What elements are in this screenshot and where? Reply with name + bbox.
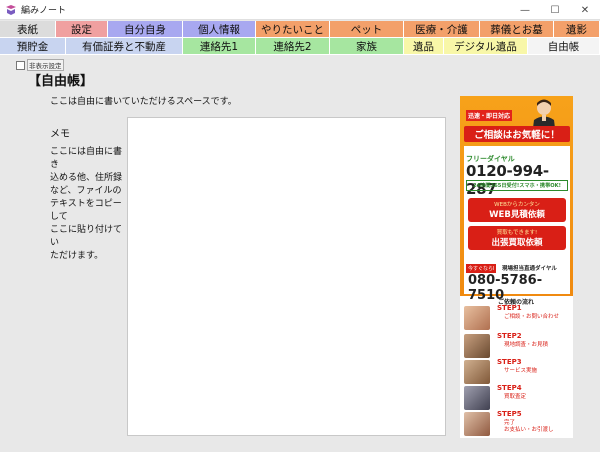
memo-help-line: など、ファイルの: [50, 186, 122, 196]
hide-checkbox[interactable]: [16, 60, 25, 70]
step-photo: [464, 306, 490, 330]
web-estimate-button[interactable]: WEBからカンタン WEB見積依頼: [468, 198, 566, 222]
step-desc: サービス実施: [504, 368, 538, 374]
tab-cover[interactable]: 表紙: [0, 21, 56, 38]
web-estimate-caption: WEBからカンタン: [494, 202, 540, 208]
step-photo: [464, 386, 490, 410]
tab-contacts-2[interactable]: 連絡先2: [256, 38, 330, 55]
tab-row-1: 表紙 設定 自分自身 個人情報 やりたいこと ペット 医療・介護 葬儀とお墓 遺…: [0, 21, 600, 38]
step-title: STEP1: [497, 304, 522, 312]
tab-wishes[interactable]: やりたいこと: [256, 21, 330, 38]
memo-help-line: 込める他、住所録: [50, 173, 123, 183]
step-desc: 完了 お支払い・お引渡し: [504, 420, 554, 433]
step-title: STEP3: [497, 358, 522, 366]
tab-pets[interactable]: ペット: [330, 21, 404, 38]
memo-help-text: ここには自由に書き 込める他、住所録 など、ファイルの テキストをコピーして こ…: [50, 146, 124, 263]
ad-tag: 迅速・即日対応: [466, 110, 513, 121]
tab-self[interactable]: 自分自身: [108, 21, 183, 38]
tab-funeral-grave[interactable]: 葬儀とお墓: [480, 21, 554, 38]
visit-purchase-caption: 買取もできます!: [496, 230, 538, 236]
step-title: STEP2: [497, 332, 522, 340]
ad-direct-label: 現場担当直通ダイヤル: [502, 266, 557, 272]
tab-settings[interactable]: 設定: [56, 21, 108, 38]
tab-personal-info[interactable]: 個人情報: [183, 21, 256, 38]
maximize-button[interactable]: ☐: [540, 0, 570, 20]
tab-digital-belongings[interactable]: デジタル遺品: [444, 38, 528, 55]
step-item: STEP2 現地調査・お見積: [464, 332, 570, 358]
step-desc: 買取査定: [504, 394, 527, 400]
visit-purchase-label: 出張買取依頼: [491, 238, 543, 248]
ad-now-tag: 今すぐならI: [466, 264, 497, 273]
step-title: STEP5: [497, 410, 522, 418]
memo-help-line: ここには自由に書き: [50, 147, 123, 170]
tab-family[interactable]: 家族: [330, 38, 404, 55]
tab-securities-realestate[interactable]: 有価証券と不動産: [66, 38, 183, 55]
web-estimate-label: WEB見積依頼: [489, 210, 545, 220]
step-item: STEP1 ご相談・お問い合わせ: [464, 304, 570, 330]
step-item: STEP4 買取査定: [464, 384, 570, 410]
memo-textarea[interactable]: [127, 117, 446, 436]
ad-banner[interactable]: 迅速・即日対応 ご相談はお気軽に！ フリーダイヤル 0120-994-287 2…: [460, 96, 573, 438]
ad-hours-note: 24時間365日受付!スマホ・携帯OK!: [466, 180, 568, 191]
ad-headline: ご相談はお気軽に！: [464, 126, 570, 142]
tab-row-2: 預貯金 有価証券と不動産 連絡先1 連絡先2 家族 遺品 デジタル遺品 自由帳: [0, 38, 600, 55]
step-title: STEP4: [497, 384, 522, 392]
close-button[interactable]: ✕: [570, 0, 600, 20]
minimize-button[interactable]: —: [510, 0, 540, 20]
step-item: STEP5 完了 お支払い・お引渡し: [464, 410, 570, 436]
page-title: 【自由帳】: [28, 74, 94, 89]
tab-belongings[interactable]: 遺品: [404, 38, 444, 55]
tab-medical-care[interactable]: 医療・介護: [404, 21, 480, 38]
step-photo: [464, 360, 490, 384]
tab-savings[interactable]: 預貯金: [0, 38, 66, 55]
app-icon: [5, 4, 17, 16]
tab-free-notes[interactable]: 自由帳: [528, 38, 600, 55]
step-photo: [464, 412, 490, 436]
step-desc: ご相談・お問い合わせ: [504, 314, 560, 320]
ad-direct-dial: 今すぐならI 現場担当直通ダイヤル 080-5786-7510: [464, 262, 570, 303]
page-description: ここは自由に書いていただけるスペースです。: [50, 97, 237, 107]
memo-help-line: ただけます。: [50, 251, 104, 261]
window-title: 編みノート: [21, 6, 67, 16]
step-photo: [464, 334, 490, 358]
step-desc: 現地調査・お見積: [504, 342, 549, 348]
tab-contacts-1[interactable]: 連絡先1: [183, 38, 256, 55]
visit-purchase-button[interactable]: 買取もできます! 出張買取依頼: [468, 226, 566, 250]
memo-help-line: テキストをコピーして: [50, 199, 122, 222]
tab-memorial-photo[interactable]: 遺影: [554, 21, 600, 38]
title-bar: 編みノート — ☐ ✕: [0, 0, 600, 20]
memo-help-line: ここに貼り付けてい: [50, 225, 123, 248]
step-item: STEP3 サービス実施: [464, 358, 570, 384]
memo-label: メモ: [50, 129, 70, 140]
